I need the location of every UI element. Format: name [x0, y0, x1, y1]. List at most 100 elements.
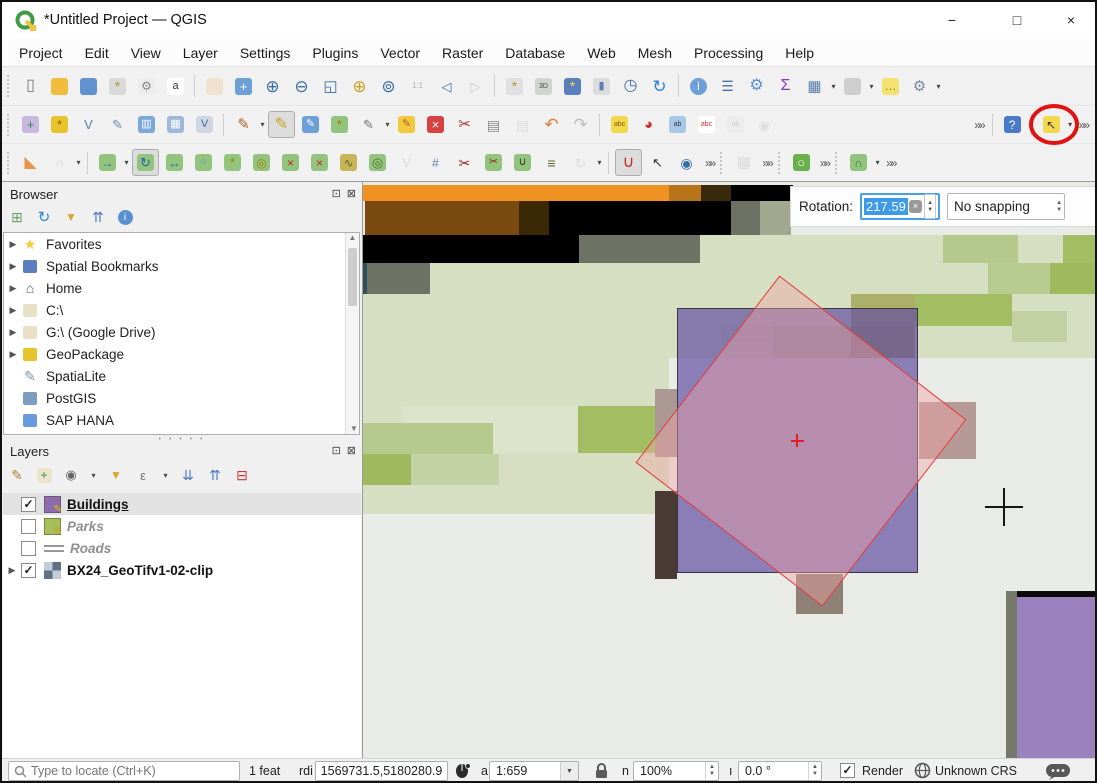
toolbar-overflow-button[interactable]: »»	[970, 118, 987, 132]
pan-map-button[interactable]	[201, 73, 228, 100]
spin-down-icon[interactable]: ▼	[812, 771, 818, 778]
manage-map-themes-button[interactable]: ◉	[62, 466, 80, 484]
rotate-point-symbols-button[interactable]: ↻	[567, 149, 594, 176]
spin-up-icon[interactable]: ▲	[1056, 200, 1062, 207]
zoom-full-button[interactable]: ◱	[317, 73, 344, 100]
toolbar-overflow-button[interactable]: »»	[1075, 118, 1092, 132]
paste-features-button[interactable]: ▤	[509, 111, 536, 138]
crs-globe-icon[interactable]	[914, 762, 931, 782]
browser-item-postgis[interactable]: PostGIS	[4, 387, 359, 409]
run-feature-action-button-dropdown[interactable]: ▾	[934, 82, 943, 91]
split-features-button[interactable]: ✂	[451, 149, 478, 176]
digitize-shape-button[interactable]: ∩	[845, 149, 872, 176]
menu-mesh[interactable]: Mesh	[627, 41, 683, 65]
menu-edit[interactable]: Edit	[74, 41, 120, 65]
simplify-feature-button[interactable]: ↔	[161, 149, 188, 176]
undo-button[interactable]: ↶	[538, 111, 565, 138]
layer-diagram-button[interactable]: ◕	[635, 111, 662, 138]
zoom-out-button[interactable]: ⊖	[288, 73, 315, 100]
style-manager-button[interactable]: a	[162, 73, 189, 100]
select-features-button[interactable]: ↖	[1038, 111, 1065, 138]
extent-toggle-icon[interactable]	[454, 761, 473, 783]
pan-to-selection-button[interactable]: +	[230, 73, 257, 100]
attribute-table-button-dropdown[interactable]: ▾	[829, 82, 838, 91]
map-canvas[interactable]: Rotation: 217.59 × ▲▼ No snapping ▲▼	[362, 181, 1097, 758]
layer-checkbox[interactable]	[21, 541, 36, 556]
collapse-all-button[interactable]: ⇈	[206, 466, 224, 484]
new-spatialite-layer-button[interactable]: ✎	[104, 111, 131, 138]
circular-string-button[interactable]: ∩	[46, 149, 73, 176]
add-part-button[interactable]: *	[219, 149, 246, 176]
merge-attributes-button[interactable]: ≡	[538, 149, 565, 176]
close-button[interactable]: ×	[1048, 2, 1094, 38]
layer-checkbox[interactable]: ✓	[21, 497, 36, 512]
identify-features-button[interactable]: i	[685, 73, 712, 100]
delete-selected-button[interactable]: ×	[422, 111, 449, 138]
menu-layer[interactable]: Layer	[172, 41, 229, 65]
reshape-features-button[interactable]: ∿	[335, 149, 362, 176]
rotate-point-symbols-button-dropdown[interactable]: ▾	[595, 158, 604, 167]
rotation-spinner[interactable]: ▲▼	[924, 194, 936, 219]
browser-item-favorites[interactable]: ▶★Favorites	[4, 233, 359, 255]
data-source-manager-button[interactable]: +	[17, 111, 44, 138]
menu-help[interactable]: Help	[774, 41, 825, 65]
new-shapefile-layer-button[interactable]: V	[75, 111, 102, 138]
scale-combo[interactable]: 1:659 ▼	[489, 761, 579, 781]
zoom-to-layer-button[interactable]: ⊚	[375, 73, 402, 100]
advanced-digitizing-panel-button[interactable]: ◣	[17, 149, 44, 176]
open-layer-styling-button[interactable]: ✎	[8, 466, 26, 484]
toolbar-overflow-button[interactable]: »»	[816, 156, 833, 170]
move-feature-button[interactable]: →	[94, 149, 121, 176]
zoom-native-button[interactable]: 1:1	[404, 73, 431, 100]
layer-item-raster[interactable]: ▶✓BX24_GeoTifv1-02-clip	[3, 559, 361, 581]
scrollbar-thumb[interactable]	[348, 248, 357, 306]
browser-item-geopackage[interactable]: ▶GeoPackage	[4, 343, 359, 365]
field-calculator-button[interactable]: ☰	[714, 73, 741, 100]
expand-arrow-icon[interactable]: ▶	[4, 283, 22, 294]
expand-arrow-icon[interactable]: ▶	[3, 565, 21, 576]
add-selected-layers-button[interactable]: ⊞	[8, 208, 26, 226]
add-ring-button[interactable]: ○	[190, 149, 217, 176]
advanced-digitizing-tools-button-dropdown[interactable]: ▾	[383, 120, 392, 129]
layer-item-parks[interactable]: ✎Parks	[3, 515, 361, 537]
spin-up-icon[interactable]: ▲	[927, 200, 933, 207]
zoom-next-button[interactable]: ▷	[462, 73, 489, 100]
zoom-in-button[interactable]: ⊕	[259, 73, 286, 100]
merge-features-button[interactable]: ∪	[509, 149, 536, 176]
browser-float-button[interactable]: ⊡	[332, 187, 341, 200]
browser-item-sap-hana[interactable]: SAP HANA	[4, 409, 359, 431]
toolbar-overflow-button[interactable]: »»	[882, 156, 899, 170]
browser-item-spatial-bookmarks[interactable]: ▶Spatial Bookmarks	[4, 255, 359, 277]
rotate-feature-button[interactable]: ↻	[132, 149, 159, 176]
spin-up-icon[interactable]: ▲	[812, 764, 818, 771]
split-parts-button[interactable]: ✂	[480, 149, 507, 176]
chevron-down-icon[interactable]: ▼	[560, 762, 578, 780]
expand-arrow-icon[interactable]: ▶	[4, 305, 22, 316]
maximize-button[interactable]: □	[994, 2, 1040, 38]
menu-plugins[interactable]: Plugins	[301, 41, 369, 65]
map-tips-button[interactable]: …	[877, 73, 904, 100]
delete-ring-button[interactable]: ×	[277, 149, 304, 176]
add-polygon-feature-button[interactable]: *	[326, 111, 353, 138]
browser-item-spatialite[interactable]: ✎SpatiaLite	[4, 365, 359, 387]
new-3d-map-view-button[interactable]: 3D	[530, 73, 557, 100]
show-vertices-button[interactable]: ◉	[673, 149, 700, 176]
temporal-controller-button[interactable]: ◷	[617, 73, 644, 100]
filter-by-expression-button[interactable]: ε	[134, 466, 152, 484]
lock-scale-icon[interactable]	[594, 762, 609, 782]
layer-checkbox[interactable]: ✓	[21, 563, 36, 578]
measure-button-dropdown[interactable]: ▾	[867, 82, 876, 91]
cut-features-button[interactable]: ✂	[451, 111, 478, 138]
spin-down-icon[interactable]: ▼	[1056, 207, 1062, 214]
clear-icon[interactable]: ×	[909, 200, 922, 213]
spin-down-icon[interactable]: ▼	[927, 207, 933, 214]
new-spatial-bookmark-button[interactable]: *	[559, 73, 586, 100]
menu-vector[interactable]: Vector	[369, 41, 431, 65]
zoom-to-selection-button[interactable]: ⊕	[346, 73, 373, 100]
rotation-value[interactable]: 217.59	[864, 198, 908, 215]
attribute-table-button[interactable]: ▦	[801, 73, 828, 100]
menu-project[interactable]: Project	[8, 41, 74, 65]
move-feature-button-dropdown[interactable]: ▾	[122, 158, 131, 167]
circular-string-button-dropdown[interactable]: ▾	[74, 158, 83, 167]
advanced-digitizing-tools-button[interactable]: ✎	[355, 111, 382, 138]
